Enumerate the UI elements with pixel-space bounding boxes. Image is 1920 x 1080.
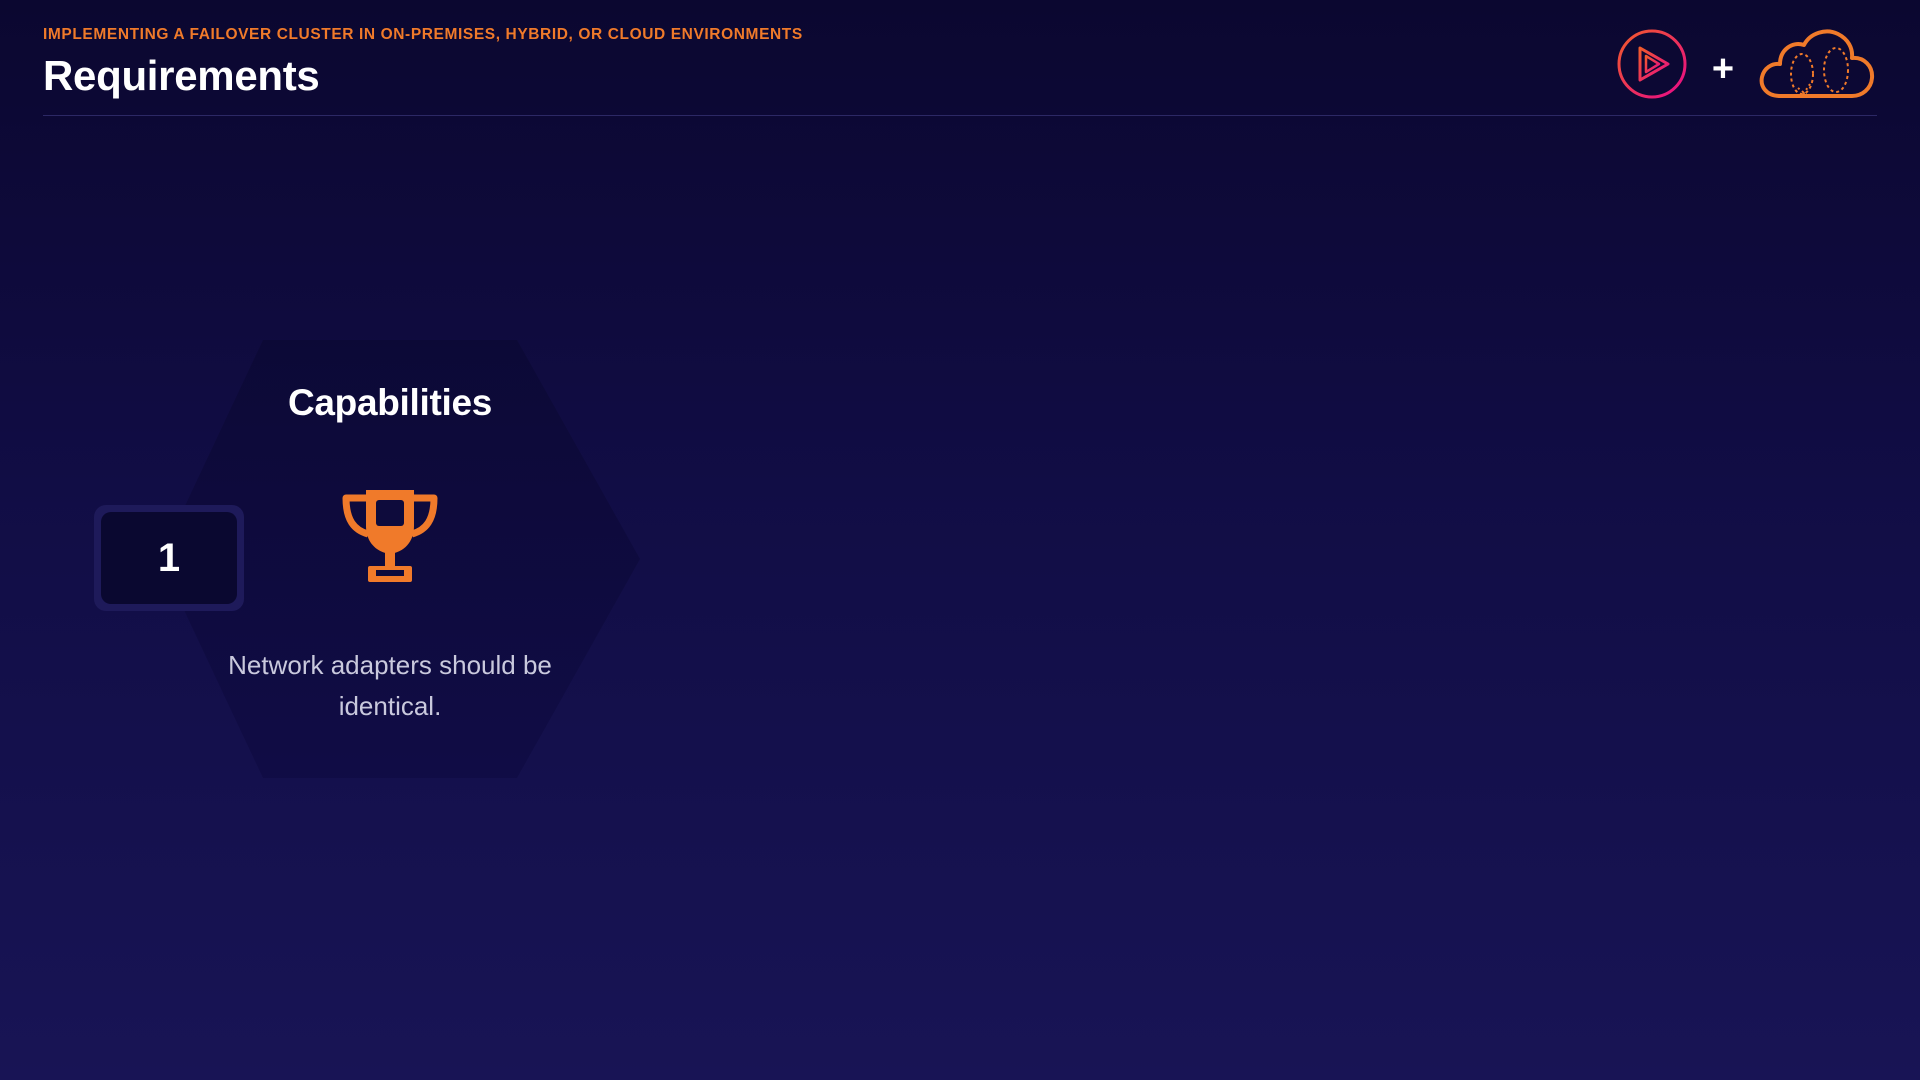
play-circle-icon: [1616, 28, 1688, 105]
slide-header: IMPLEMENTING A FAILOVER CLUSTER IN ON-PR…: [43, 26, 1877, 100]
course-title: IMPLEMENTING A FAILOVER CLUSTER IN ON-PR…: [43, 26, 803, 43]
plus-sign: +: [1711, 47, 1735, 90]
card-title: Capabilities: [287, 382, 493, 423]
trophy-icon: [338, 486, 442, 591]
header-divider: [43, 115, 1877, 116]
step-number-badge: 1: [94, 505, 244, 611]
page-title: Requirements: [43, 52, 320, 99]
step-number: 1: [101, 512, 237, 604]
cloud-icon: [1758, 28, 1876, 105]
card-description: Network adapters should be identical.: [228, 650, 552, 721]
brand-logos: +: [1616, 28, 1876, 105]
